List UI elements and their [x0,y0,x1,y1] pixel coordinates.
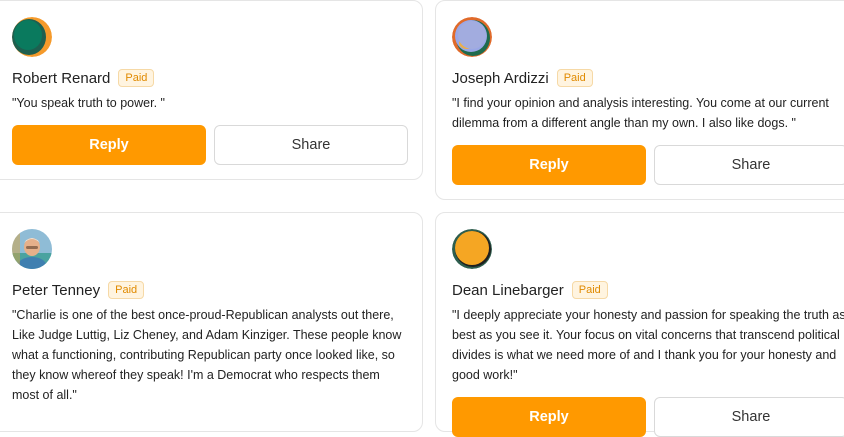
commenter-name[interactable]: Robert Renard [12,70,110,87]
abstract-avatar-icon [452,17,492,57]
photo-avatar-icon [12,229,52,269]
commenter-name[interactable]: Dean Linebarger [452,282,564,299]
avatar[interactable] [452,17,492,57]
avatar[interactable] [452,229,492,269]
comment-header: Dean Linebarger Paid [452,281,608,299]
reply-button[interactable]: Reply [452,145,646,185]
paid-badge: Paid [571,281,608,299]
commenter-name[interactable]: Peter Tenney [12,282,100,299]
paid-badge: Paid [556,69,593,87]
avatar[interactable] [12,17,52,57]
share-button[interactable]: Share [654,397,844,437]
comment-header: Joseph Ardizzi Paid [452,69,593,87]
abstract-avatar-icon [12,17,52,57]
comment-card: Robert Renard Paid "You speak truth to p… [0,0,423,180]
comment-card: Dean Linebarger Paid "I deeply appreciat… [435,212,844,437]
reply-button[interactable]: Reply [12,125,206,165]
paid-badge: Paid [118,69,155,87]
abstract-avatar-icon [452,229,492,269]
share-button[interactable]: Share [654,145,844,185]
commenter-name[interactable]: Joseph Ardizzi [452,70,549,87]
comment-text: "I deeply appreciate your honesty and pa… [452,308,844,382]
comment-card: Peter Tenney Paid "Charlie is one of the… [0,212,423,432]
share-button[interactable]: Share [214,125,408,165]
paid-badge: Paid [108,281,145,299]
comment-text: "You speak truth to power. " [12,96,165,110]
comment-text: "Charlie is one of the best once-proud-R… [12,308,402,402]
comment-card: Joseph Ardizzi Paid "I find your opinion… [435,0,844,200]
comment-header: Robert Renard Paid [12,69,155,87]
comment-header: Peter Tenney Paid [12,281,145,299]
avatar[interactable] [12,229,52,269]
reply-button[interactable]: Reply [452,397,646,437]
comment-text: "I find your opinion and analysis intere… [452,96,829,130]
